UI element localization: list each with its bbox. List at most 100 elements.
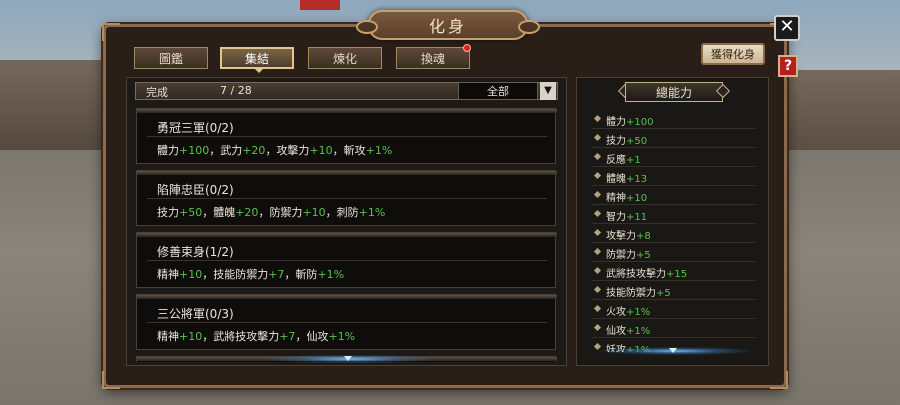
bonus-value: +1% [365, 144, 393, 157]
stat-entry: 技力+50 [606, 132, 647, 147]
stat-row: 精神+10 [592, 186, 756, 205]
bonus-value: +1% [317, 268, 345, 281]
stat-name: 攻擊力 [606, 231, 636, 242]
bonus-stat: 武力 [220, 144, 243, 157]
frame-corner [770, 371, 788, 389]
completion-label: 完成 [146, 86, 168, 99]
help-button[interactable]: ? [778, 55, 798, 77]
bonus-stat: 技能防禦力 [213, 268, 269, 281]
set-card[interactable]: 三公將軍(0/3) 精神+10，武將技攻擊力+7，仙攻+1% [136, 294, 557, 350]
stat-row: 反應+1 [592, 148, 756, 167]
bonus-value: +10 [179, 268, 203, 281]
stat-row: 攻擊力+8 [592, 224, 756, 243]
title-plaque: 化身 [356, 10, 540, 40]
bonus-stat: 防禦力 [269, 206, 303, 219]
stat-list[interactable]: 體力+100 技力+50 反應+1 體魄+13 精神+10 智力+11 攻擊力+8 防禦力+5… [592, 110, 758, 352]
set-name: 陷陣忠臣(0/2) [157, 183, 234, 197]
dialog-title: 化身 [428, 17, 467, 36]
bonus-value: +100 [179, 144, 210, 157]
bullet-icon [593, 266, 602, 275]
stat-entry: 體力+100 [606, 113, 653, 128]
stat-entry: 反應+1 [606, 151, 641, 166]
stat-row: 技力+50 [592, 129, 756, 148]
stat-name: 體力 [606, 117, 626, 128]
tab-label: 圖鑑 [158, 51, 183, 66]
bonus-value: +10 [179, 330, 203, 343]
plaque-ornament [356, 20, 378, 34]
bonus-stat: 武將技攻擊力 [213, 330, 280, 343]
stats-header: 總能力 [625, 82, 723, 102]
stat-name: 精神 [606, 193, 626, 204]
stat-value: +1% [626, 307, 651, 318]
stat-row: 武將技攻擊力+15 [592, 262, 756, 281]
close-button[interactable]: ✕ [774, 15, 800, 41]
set-card[interactable]: 陷陣忠臣(0/2) 技力+50，體魄+20，防禦力+10，刺防+1% [136, 170, 557, 226]
bullet-icon [593, 114, 602, 123]
stat-entry: 火攻+1% [606, 303, 650, 318]
bullet-icon [593, 209, 602, 218]
bonus-stat: 體魄 [213, 206, 236, 219]
set-bonus-line: 精神+10，武將技攻擊力+7，仙攻+1% [157, 330, 356, 343]
stat-value: +15 [666, 269, 688, 280]
bonus-stat: 斬防 [295, 268, 318, 281]
divider [147, 198, 547, 199]
stat-name: 仙攻 [606, 326, 626, 337]
bonus-stat: 刺防 [336, 206, 359, 219]
stat-name: 防禦力 [606, 250, 636, 261]
stat-entry: 武將技攻擊力+15 [606, 265, 687, 280]
bullet-icon [593, 323, 602, 332]
bonus-stat: 精神 [157, 330, 179, 343]
tab-refine[interactable]: 煉化 [308, 47, 382, 69]
set-card[interactable]: 修善束身(1/2) 精神+10，技能防禦力+7，斬防+1% [136, 232, 557, 288]
stat-entry: 精神+10 [606, 189, 647, 204]
stat-value: +5 [636, 250, 651, 261]
stat-name: 技力 [606, 136, 626, 147]
stat-name: 技能防禦力 [606, 288, 656, 299]
card-top-border [137, 171, 557, 175]
bonus-value: +7 [279, 330, 296, 343]
set-list[interactable]: 勇冠三軍(0/2) 體力+100，武力+20，攻擊力+10，斬攻+1% 陷陣忠臣… [136, 108, 558, 362]
bullet-icon [593, 228, 602, 237]
stat-name: 火攻 [606, 307, 626, 318]
divider [147, 260, 547, 261]
tab-label: 換魂 [420, 51, 445, 66]
bullet-icon [593, 171, 602, 180]
tab-label: 煉化 [332, 51, 357, 66]
bullet-icon [593, 285, 602, 294]
dropdown-arrow-icon[interactable]: ▼ [540, 82, 556, 100]
tab-label: 集結 [244, 51, 269, 66]
bonus-value: +1% [328, 330, 356, 343]
obtain-label: 獲得化身 [711, 48, 755, 61]
set-bonus-line: 體力+100，武力+20，攻擊力+10，斬攻+1% [157, 144, 393, 157]
stat-name: 智力 [606, 212, 626, 223]
bonus-stat: 精神 [157, 268, 179, 281]
tab-codex[interactable]: 圖鑑 [134, 47, 208, 69]
bullet-icon [593, 247, 602, 256]
notification-dot [463, 44, 471, 52]
plaque-ornament [518, 20, 540, 34]
bonus-value: +20 [242, 144, 266, 157]
tab-collection[interactable]: 集結 [220, 47, 294, 69]
filter-dropdown[interactable]: 全部 [458, 82, 538, 100]
obtain-avatar-button[interactable]: 獲得化身 [701, 43, 765, 65]
stat-value: +50 [626, 136, 648, 147]
scroll-down-icon[interactable] [669, 348, 677, 353]
card-top-border [137, 295, 557, 299]
stat-value: +1% [626, 326, 651, 337]
bonus-stat: 體力 [157, 144, 179, 157]
card-top-border [137, 109, 557, 113]
stat-value: +5 [656, 288, 671, 299]
stat-name: 體魄 [606, 174, 626, 185]
stat-entry: 技能防禦力+5 [606, 284, 671, 299]
set-card[interactable]: 勇冠三軍(0/2) 體力+100，武力+20，攻擊力+10，斬攻+1% [136, 108, 557, 164]
background-building-right [780, 70, 900, 150]
tab-soul-swap[interactable]: 換魂 [396, 47, 470, 69]
set-name: 勇冠三軍(0/2) [157, 121, 234, 135]
bonus-stat: 攻擊力 [276, 144, 310, 157]
stat-row: 火攻+1% [592, 300, 756, 319]
stat-row: 體魄+13 [592, 167, 756, 186]
scroll-down-icon[interactable] [344, 356, 352, 361]
background-banner [300, 0, 340, 10]
stat-entry: 仙攻+1% [606, 322, 650, 337]
completion-count: 7 / 28 [220, 84, 252, 97]
